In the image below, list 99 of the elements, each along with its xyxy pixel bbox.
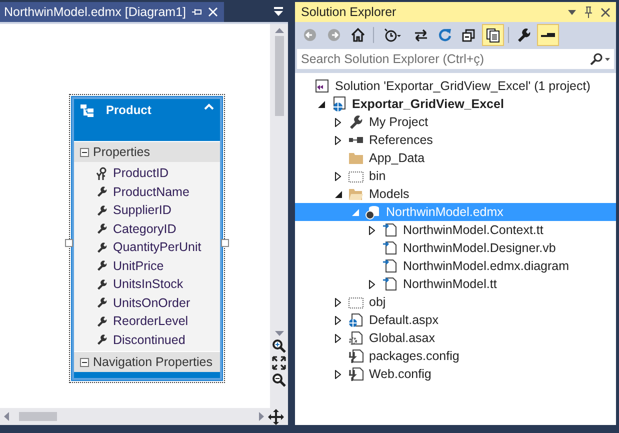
tree-item[interactable]: NorthwinModel.Designer.vb (295, 239, 616, 257)
tree-item[interactable]: Global.asax (295, 329, 616, 347)
collapsed-arrow-icon[interactable] (335, 118, 341, 126)
tree-item[interactable]: Web.config (295, 365, 616, 383)
wrench-icon (96, 296, 108, 310)
wrench-icon (96, 204, 108, 217)
wrench-icon (96, 278, 108, 291)
dropdown-icon[interactable] (568, 10, 576, 14)
collapsed-arrow-icon[interactable] (335, 334, 341, 342)
key-icon (96, 166, 108, 180)
property-name: CategoryID (113, 222, 176, 236)
tree-item[interactable]: NorthwinModel.Context.tt (295, 221, 616, 239)
scrollbar-thumb[interactable] (274, 36, 284, 116)
search-icon[interactable] (586, 49, 614, 69)
wrench-icon (96, 240, 108, 254)
collapsed-arrow-icon[interactable] (335, 298, 341, 306)
property-name: SupplierID (113, 203, 172, 218)
gear-file-icon (348, 330, 364, 346)
tree-item[interactable]: obj (295, 293, 616, 311)
minus-box-icon[interactable] (80, 358, 89, 366)
property-name: UnitsOnOrder (113, 296, 190, 310)
tree-item[interactable]: NorthwinModel.tt (295, 275, 616, 293)
home-icon (350, 27, 366, 43)
fit-icon[interactable] (272, 356, 286, 370)
move-icon[interactable] (268, 408, 284, 424)
wrench-icon (516, 27, 532, 43)
zoom-in-icon[interactable] (272, 339, 286, 353)
wrench-icon (96, 185, 108, 198)
folder-icon (348, 150, 364, 166)
scroll-up-icon[interactable] (274, 28, 284, 33)
open-folder-icon (348, 186, 364, 202)
property-name: QuantityPerUnit (113, 240, 202, 254)
collapsed-arrow-icon[interactable] (369, 280, 375, 288)
wrench-icon (348, 114, 364, 130)
tree-item[interactable]: Default.aspx (295, 311, 616, 329)
property-name: UnitPrice (113, 258, 164, 273)
expanded-arrow-icon[interactable] (334, 190, 342, 198)
entity-shape[interactable]: Product Properties ProductID ProductName SupplierID CategoryID QuantityPerUnit UnitPrice UnitsInStock UnitsOnOrder ReorderLevel Discontinued Navigation Properties (72, 97, 222, 380)
wrench-icon (96, 259, 108, 272)
sync-icon (413, 27, 429, 43)
tree-item[interactable]: Models (295, 185, 616, 203)
generated-file-icon (382, 258, 398, 274)
entity-title: Product (106, 103, 152, 117)
scroll-left-icon[interactable] (4, 412, 9, 421)
wrench-icon (96, 314, 108, 328)
panel-title: Solution Explorer (301, 5, 398, 19)
tree-item[interactable]: Exportar_GridView_Excel (295, 95, 616, 113)
tree-item[interactable]: NorthwinModel.edmx.diagram (295, 257, 616, 275)
property-name: ProductID (113, 166, 169, 180)
pin-icon[interactable] (584, 6, 593, 18)
scroll-down-icon[interactable] (274, 331, 284, 336)
config-file-icon (348, 366, 364, 382)
collapsed-arrow-icon[interactable] (335, 316, 341, 324)
web-project-icon (331, 96, 347, 112)
toolbar-button[interactable] (537, 24, 559, 46)
scrollbar-thumb[interactable] (19, 412, 57, 421)
collapse-icon[interactable] (204, 103, 214, 110)
tree-item[interactable]: Solution 'Exportar_GridView_Excel' (1 project) (295, 77, 616, 95)
zoom-out-icon[interactable] (272, 373, 286, 387)
expanded-arrow-icon[interactable] (318, 100, 324, 108)
minus-box-icon[interactable] (80, 148, 89, 156)
generated-file-icon (382, 276, 398, 292)
search-field[interactable]: Search Solution Explorer (Ctrl+ç) (297, 49, 586, 69)
resize-handle[interactable] (221, 238, 229, 246)
clock-icon (384, 27, 402, 43)
property-name: Discontinued (113, 332, 186, 347)
collapsed-arrow-icon[interactable] (335, 370, 341, 378)
solution-icon (314, 78, 330, 94)
close-icon[interactable] (601, 8, 610, 16)
section-title: Properties (93, 145, 150, 159)
collapsed-arrow-icon[interactable] (335, 172, 341, 180)
collapse-all-icon (461, 27, 477, 43)
forward-icon (326, 27, 342, 43)
back-icon (302, 27, 318, 43)
collapsed-arrow-icon[interactable] (369, 226, 375, 234)
section-title: Navigation Properties (93, 355, 213, 369)
tree-item[interactable]: packages.config (295, 347, 616, 365)
toolbar-button[interactable] (482, 24, 504, 46)
property-name: ProductName (113, 184, 190, 199)
wrench-icon (96, 333, 108, 346)
generated-file-icon (382, 240, 398, 256)
property-name: UnitsInStock (113, 277, 184, 292)
scroll-right-icon[interactable] (259, 412, 264, 421)
generated-file-icon (382, 222, 398, 238)
tree-item[interactable]: References (295, 131, 616, 149)
tree-item[interactable]: bin (295, 167, 616, 185)
refresh-icon (437, 27, 453, 43)
resize-handle[interactable] (65, 238, 73, 246)
documents-icon (485, 27, 501, 43)
property-name: ReorderLevel (113, 314, 188, 328)
config-file-icon (348, 348, 364, 364)
tree-item[interactable]: App_Data (295, 149, 616, 167)
tree-item[interactable]: My Project (295, 113, 616, 131)
collapsed-arrow-icon[interactable] (335, 136, 341, 144)
preview-icon (540, 32, 556, 38)
web-file-icon (348, 312, 364, 328)
wrench-icon (96, 222, 108, 236)
entity-icon (80, 103, 96, 117)
edmx-icon (365, 204, 381, 220)
